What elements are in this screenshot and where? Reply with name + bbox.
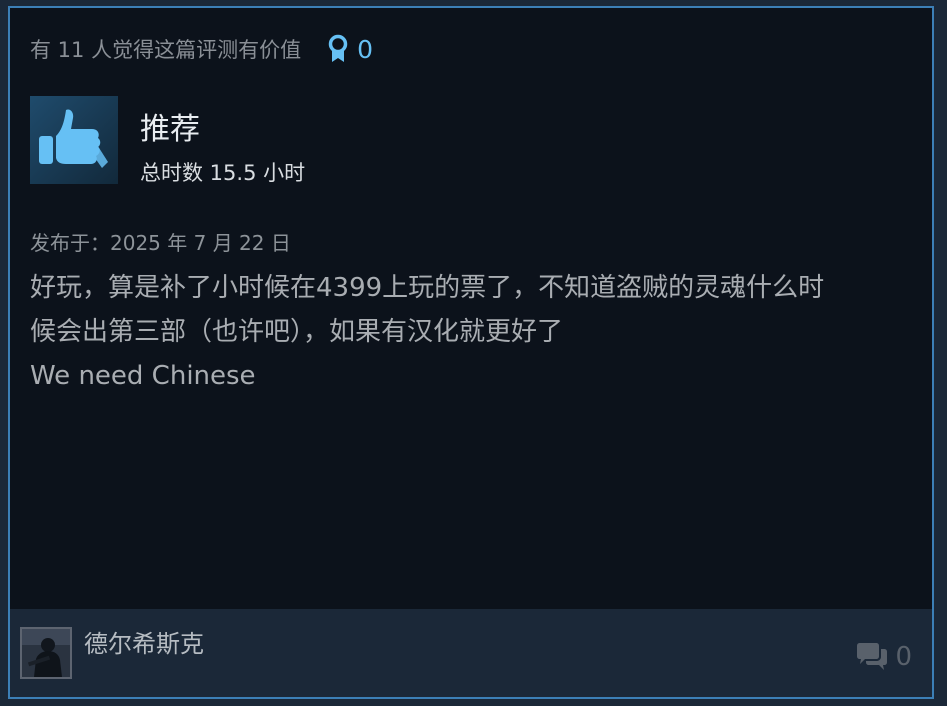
helpful-summary: 有 11 人觉得这篇评测有价值 0 bbox=[30, 34, 373, 64]
review-line: 候会出第三部（也许吧），如果有汉化就更好了 bbox=[30, 317, 564, 347]
comments-count: 0 bbox=[895, 642, 912, 672]
review-line: We need Chinese bbox=[30, 361, 256, 391]
avatar[interactable] bbox=[20, 627, 72, 679]
review-verdict[interactable]: 推荐 bbox=[140, 112, 200, 148]
review-footer: 德尔希斯克 0 bbox=[10, 609, 932, 697]
posted-date: 发布于：2025 年 7 月 22 日 bbox=[30, 231, 291, 255]
review-line: 好玩，算是补了小时候在4399上玩的票了，不知道盗贼的灵魂什么时 bbox=[30, 273, 825, 303]
comments-button[interactable]: 0 bbox=[855, 642, 912, 672]
author-name[interactable]: 德尔希斯克 bbox=[84, 629, 204, 659]
award-button[interactable]: 0 bbox=[325, 34, 373, 64]
avatar-image bbox=[22, 629, 70, 677]
review-body: 好玩，算是补了小时候在4399上玩的票了，不知道盗贼的灵魂什么时 候会出第三部（… bbox=[30, 266, 910, 398]
helpful-text: 有 11 人觉得这篇评测有价值 bbox=[30, 38, 302, 62]
recommend-thumb-box[interactable] bbox=[30, 96, 118, 184]
playtime-hours: 总时数 15.5 小时 bbox=[140, 161, 306, 185]
comment-bubbles-icon bbox=[857, 643, 888, 670]
review-card: 有 11 人觉得这篇评测有价值 0 推荐 总时数 15.5 小时 发布于：202… bbox=[8, 6, 934, 699]
award-ribbon-icon bbox=[328, 34, 348, 62]
award-count: 0 bbox=[357, 34, 373, 64]
thumbs-up-icon bbox=[39, 109, 108, 168]
